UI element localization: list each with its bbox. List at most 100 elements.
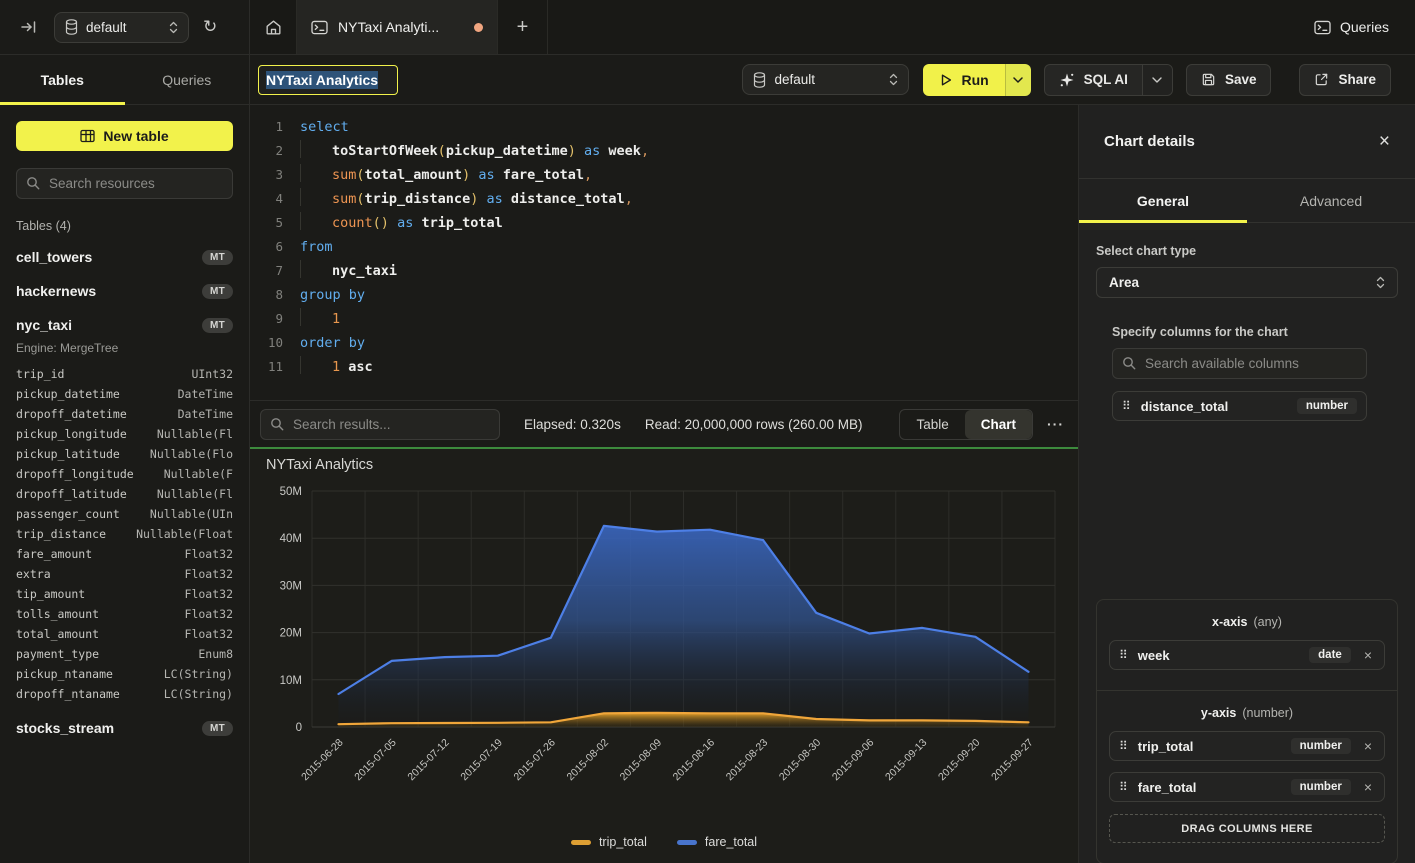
- y-tick-label: 40M: [280, 533, 302, 545]
- column-type: DateTime: [178, 407, 233, 421]
- line-number: 8: [250, 283, 300, 307]
- column-type-badge: date: [1309, 647, 1351, 663]
- search-resources-input[interactable]: [16, 168, 233, 199]
- x-tick-label: 2015-07-26: [511, 737, 558, 784]
- table-row[interactable]: cell_towersMT: [16, 247, 233, 267]
- sql-ai-options-button[interactable]: [1142, 65, 1172, 95]
- home-icon: [264, 18, 283, 37]
- close-icon[interactable]: ×: [1379, 132, 1390, 151]
- search-columns-input[interactable]: [1112, 348, 1367, 379]
- sidebar-tab-queries[interactable]: Queries: [125, 55, 250, 104]
- table-grid-icon: [80, 129, 95, 143]
- table-row[interactable]: hackernewsMT: [16, 281, 233, 301]
- column-name: passenger_count: [16, 507, 120, 521]
- legend-label: trip_total: [599, 835, 647, 849]
- code-text: 1 asc: [300, 355, 373, 379]
- results-more-button[interactable]: ···: [1047, 416, 1064, 432]
- queries-button[interactable]: Queries: [1302, 0, 1415, 54]
- home-button[interactable]: [250, 0, 297, 54]
- save-button[interactable]: Save: [1186, 64, 1272, 96]
- code-text: count() as trip_total: [300, 211, 503, 235]
- columns-group: Specify columns for the chart ⠿distance_…: [1112, 325, 1367, 421]
- code-line: 7nyc_taxi: [250, 259, 1078, 283]
- line-number: 3: [250, 163, 300, 187]
- column-row: tolls_amountFloat32: [16, 604, 233, 624]
- code-line: 111 asc: [250, 355, 1078, 379]
- code-text: toStartOfWeek(pickup_datetime) as week,: [300, 139, 649, 163]
- remove-column-icon[interactable]: ×: [1361, 779, 1375, 795]
- legend-item-fare_total[interactable]: fare_total: [677, 835, 757, 849]
- code-text: group by: [300, 283, 365, 307]
- indent-guide: [300, 164, 332, 182]
- view-toggle-chart[interactable]: Chart: [965, 410, 1032, 439]
- results-search: [260, 409, 500, 440]
- drag-handle-icon[interactable]: ⠿: [1122, 400, 1131, 412]
- column-name: pickup_ntaname: [16, 667, 113, 681]
- run-options-button[interactable]: [1005, 64, 1031, 96]
- table-row[interactable]: nyc_taxiMT: [16, 315, 233, 335]
- x-tick-label: 2015-09-27: [989, 737, 1036, 784]
- chevron-updown-icon: [169, 21, 178, 34]
- run-button[interactable]: Run: [923, 64, 1004, 96]
- query-title-value: NYTaxi Analytics: [266, 71, 378, 89]
- new-tab-button[interactable]: +: [498, 0, 547, 54]
- column-pill-name: trip_total: [1138, 739, 1281, 754]
- view-toggle-table[interactable]: Table: [900, 410, 964, 439]
- line-number: 1: [250, 115, 300, 139]
- chart-type-label: Select chart type: [1096, 244, 1398, 258]
- code-text: order by: [300, 331, 365, 355]
- column-type: Float32: [185, 547, 233, 561]
- legend-item-trip_total[interactable]: trip_total: [571, 835, 647, 849]
- code-text: nyc_taxi: [300, 259, 397, 283]
- x-tick-label: 2015-08-09: [618, 737, 665, 784]
- sidebar-top-bar: default ↻: [0, 0, 249, 55]
- drag-handle-icon[interactable]: ⠿: [1119, 649, 1128, 661]
- panel-tab-advanced[interactable]: Advanced: [1247, 179, 1415, 222]
- toolbar-database-selector[interactable]: default: [742, 64, 909, 95]
- column-pill-trip_total[interactable]: ⠿trip_totalnumber×: [1109, 731, 1385, 761]
- column-row: pickup_longitudeNullable(Fl: [16, 424, 233, 444]
- column-row: passenger_countNullable(UIn: [16, 504, 233, 524]
- column-pill-week[interactable]: ⠿weekdate×: [1109, 640, 1385, 670]
- main-tab-bar: NYTaxi Analyti... + Queries: [250, 0, 1415, 55]
- indent-guide: [300, 260, 332, 278]
- table-row[interactable]: stocks_streamMT: [16, 718, 233, 738]
- remove-column-icon[interactable]: ×: [1361, 738, 1375, 754]
- column-pill-distance_total[interactable]: ⠿distance_totalnumber: [1112, 391, 1367, 421]
- column-type: Nullable(Fl: [157, 487, 233, 501]
- remove-column-icon[interactable]: ×: [1361, 647, 1375, 663]
- sql-editor[interactable]: 1select2toStartOfWeek(pickup_datetime) a…: [250, 105, 1078, 400]
- column-name: tip_amount: [16, 587, 85, 601]
- sidebar-tab-tables[interactable]: Tables: [0, 55, 125, 104]
- code-text: from: [300, 235, 333, 259]
- collapse-sidebar-icon[interactable]: [20, 18, 38, 36]
- column-row: total_amountFloat32: [16, 624, 233, 644]
- query-tab-active[interactable]: NYTaxi Analyti...: [297, 0, 498, 54]
- search-results-input[interactable]: [260, 409, 500, 440]
- panel-tab-general[interactable]: General: [1079, 179, 1247, 222]
- x-axis-label: x-axis: [1212, 615, 1247, 629]
- run-button-label: Run: [961, 72, 988, 88]
- column-name: pickup_latitude: [16, 447, 120, 461]
- drop-zone[interactable]: DRAG COLUMNS HERE: [1109, 814, 1385, 843]
- column-name: payment_type: [16, 647, 99, 661]
- drag-handle-icon[interactable]: ⠿: [1119, 781, 1128, 793]
- refresh-icon[interactable]: ↻: [203, 17, 217, 37]
- search-icon: [270, 417, 284, 431]
- x-tick-label: 2015-06-28: [299, 737, 346, 784]
- drag-handle-icon[interactable]: ⠿: [1119, 740, 1128, 752]
- new-table-button[interactable]: New table: [16, 121, 233, 151]
- sql-ai-button[interactable]: SQL AI: [1045, 65, 1142, 95]
- column-pill-fare_total[interactable]: ⠿fare_totalnumber×: [1109, 772, 1385, 802]
- query-title-input[interactable]: NYTaxi Analytics: [258, 65, 398, 95]
- table-columns: trip_idUInt32pickup_datetimeDateTimedrop…: [16, 364, 233, 704]
- code-line: 2toStartOfWeek(pickup_datetime) as week,: [250, 139, 1078, 163]
- engine-badge: MT: [202, 318, 233, 333]
- share-button-label: Share: [1338, 72, 1376, 87]
- x-tick-label: 2015-07-19: [458, 737, 505, 784]
- column-name: dropoff_ntaname: [16, 687, 120, 701]
- columns-search: [1112, 348, 1367, 379]
- share-button[interactable]: Share: [1299, 64, 1391, 96]
- chart-type-select[interactable]: Area: [1096, 267, 1398, 298]
- sidebar-database-selector[interactable]: default: [54, 12, 189, 43]
